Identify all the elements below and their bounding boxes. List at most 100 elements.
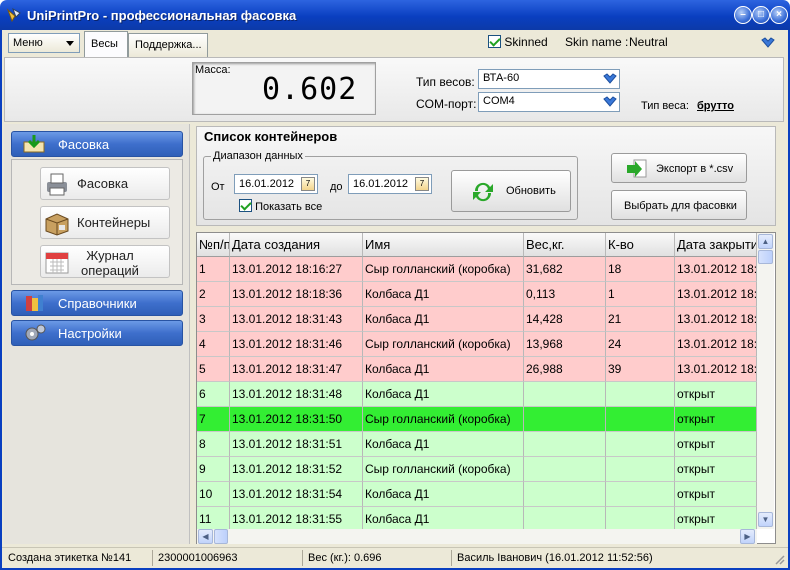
menu-dropdown[interactable]: Меню [8,33,80,53]
table-cell-date[interactable]: 13.01.2012 18:18:36 [230,282,363,307]
from-date-input[interactable]: 16.01.2012 7 [234,174,318,194]
table-cell-closed[interactable]: 13.01.2012 18: [675,282,757,307]
table-cell-qty[interactable]: 18 [606,257,675,282]
scale-type-select[interactable]: ВТА-60 [478,69,620,89]
table-cell-weight[interactable]: 13,968 [524,332,606,357]
maximize-icon[interactable]: □ [752,6,770,24]
col-header-closed[interactable]: Дата закрытия [675,233,757,257]
table-cell-date[interactable]: 13.01.2012 18:31:51 [230,432,363,457]
table-cell-qty[interactable]: 39 [606,357,675,382]
table-cell-n[interactable]: 8 [197,432,230,457]
table-row[interactable]: 4 13.01.2012 18:31:46 Сыр голланский (коро… [197,332,757,357]
table-cell-date[interactable]: 13.01.2012 18:31:47 [230,357,363,382]
table-cell-closed[interactable]: открыт [675,407,757,432]
table-cell-weight[interactable] [524,407,606,432]
table-cell-n[interactable]: 2 [197,282,230,307]
table-cell-weight[interactable]: 26,988 [524,357,606,382]
table-cell-n[interactable]: 4 [197,332,230,357]
table-cell-name[interactable]: Колбаса Д1 [363,432,524,457]
table-cell-weight[interactable] [524,482,606,507]
table-row[interactable]: 5 13.01.2012 18:31:47 Колбаса Д1 26,988 39 13… [197,357,757,382]
table-cell-weight[interactable]: 0,113 [524,282,606,307]
table-cell-closed[interactable]: открыт [675,482,757,507]
col-header-weight[interactable]: Вес,кг. [524,233,606,257]
table-cell-name[interactable]: Колбаса Д1 [363,482,524,507]
scroll-down-icon[interactable]: ▼ [758,512,773,527]
table-row[interactable]: 10 13.01.2012 18:31:54 Колбаса Д1 открыт [197,482,757,507]
table-cell-name[interactable]: Колбаса Д1 [363,382,524,407]
table-cell-qty[interactable] [606,407,675,432]
col-header-name[interactable]: Имя [363,233,524,257]
table-cell-date[interactable]: 13.01.2012 18:31:52 [230,457,363,482]
horizontal-scrollbar[interactable]: ◀ ▶ [197,529,757,544]
table-cell-date[interactable]: 13.01.2012 18:31:43 [230,307,363,332]
table-cell-n[interactable]: 10 [197,482,230,507]
table-cell-name[interactable]: Колбаса Д1 [363,282,524,307]
horizontal-scroll-thumb[interactable] [214,529,228,544]
table-row[interactable]: 2 13.01.2012 18:18:36 Колбаса Д1 0,113 1 13.0… [197,282,757,307]
scroll-right-icon[interactable]: ▶ [740,529,755,544]
skinned-checkbox[interactable]: Skinned [488,35,548,49]
sidebar-section-settings[interactable]: Настройки [11,320,183,346]
table-cell-qty[interactable]: 24 [606,332,675,357]
table-row[interactable]: 1 13.01.2012 18:16:27 Сыр голланский (коро… [197,257,757,282]
table-cell-qty[interactable] [606,382,675,407]
sidebar-section-references[interactable]: Справочники [11,290,183,316]
table-cell-weight[interactable]: 31,682 [524,257,606,282]
to-date-input[interactable]: 16.01.2012 7 [348,174,432,194]
show-all-checkbox[interactable]: Показать все [239,199,322,213]
table-cell-n[interactable]: 3 [197,307,230,332]
table-cell-name[interactable]: Сыр голланский (коробка) [363,407,524,432]
vertical-scroll-thumb[interactable] [758,250,773,264]
resize-grip-icon[interactable] [773,553,785,565]
table-cell-weight[interactable] [524,457,606,482]
table-cell-n[interactable]: 7 [197,407,230,432]
table-cell-qty[interactable] [606,457,675,482]
table-cell-qty[interactable] [606,482,675,507]
table-cell-name[interactable]: Колбаса Д1 [363,357,524,382]
table-cell-closed[interactable]: открыт [675,432,757,457]
table-row[interactable]: 8 13.01.2012 18:31:51 Колбаса Д1 открыт [197,432,757,457]
table-cell-name[interactable]: Сыр голланский (коробка) [363,457,524,482]
table-cell-date[interactable]: 13.01.2012 18:31:48 [230,382,363,407]
sidebar-section-packing[interactable]: Фасовка [11,131,183,157]
table-cell-n[interactable]: 1 [197,257,230,282]
calendar-icon[interactable]: 7 [301,177,315,191]
scroll-left-icon[interactable]: ◀ [198,529,213,544]
table-cell-n[interactable]: 5 [197,357,230,382]
table-cell-qty[interactable] [606,432,675,457]
tab-scales[interactable]: Весы [84,31,128,58]
table-cell-qty[interactable]: 21 [606,307,675,332]
table-row[interactable]: 9 13.01.2012 18:31:52 Сыр голланский (коро… [197,457,757,482]
table-cell-date[interactable]: 13.01.2012 18:16:27 [230,257,363,282]
table-cell-closed[interactable]: 13.01.2012 18: [675,357,757,382]
col-header-created[interactable]: Дата создания [230,233,363,257]
table-cell-date[interactable]: 13.01.2012 18:31:46 [230,332,363,357]
table-cell-closed[interactable]: открыт [675,382,757,407]
table-row[interactable]: 7 13.01.2012 18:31:50 Сыр голланский (коро… [197,407,757,432]
refresh-button[interactable]: Обновить [451,170,571,212]
sidebar-item-packing[interactable]: Фасовка [40,167,170,200]
table-row[interactable]: 6 13.01.2012 18:31:48 Колбаса Д1 открыт [197,382,757,407]
table-cell-date[interactable]: 13.01.2012 18:31:54 [230,482,363,507]
table-cell-name[interactable]: Сыр голланский (коробка) [363,332,524,357]
table-cell-date[interactable]: 13.01.2012 18:31:50 [230,407,363,432]
sidebar-item-containers[interactable]: Контейнеры [40,206,170,239]
col-header-number[interactable]: №п/п [197,233,230,257]
table-cell-closed[interactable]: 13.01.2012 18: [675,332,757,357]
table-cell-weight[interactable]: 14,428 [524,307,606,332]
col-header-qty[interactable]: К-во [606,233,675,257]
export-csv-button[interactable]: Экспорт в *.csv [611,153,747,183]
close-icon[interactable]: × [770,6,788,24]
table-cell-closed[interactable]: 13.01.2012 18: [675,257,757,282]
table-cell-name[interactable]: Сыр голланский (коробка) [363,257,524,282]
skinned-check-icon[interactable] [488,35,501,48]
calendar-icon[interactable]: 7 [415,177,429,191]
table-cell-n[interactable]: 6 [197,382,230,407]
table-cell-weight[interactable] [524,382,606,407]
com-port-select[interactable]: COM4 [478,92,620,112]
table-cell-closed[interactable]: открыт [675,457,757,482]
select-for-packing-button[interactable]: Выбрать для фасовки [611,190,747,220]
table-cell-n[interactable]: 9 [197,457,230,482]
sidebar-item-operations-log[interactable]: Журнал операций [40,245,170,278]
